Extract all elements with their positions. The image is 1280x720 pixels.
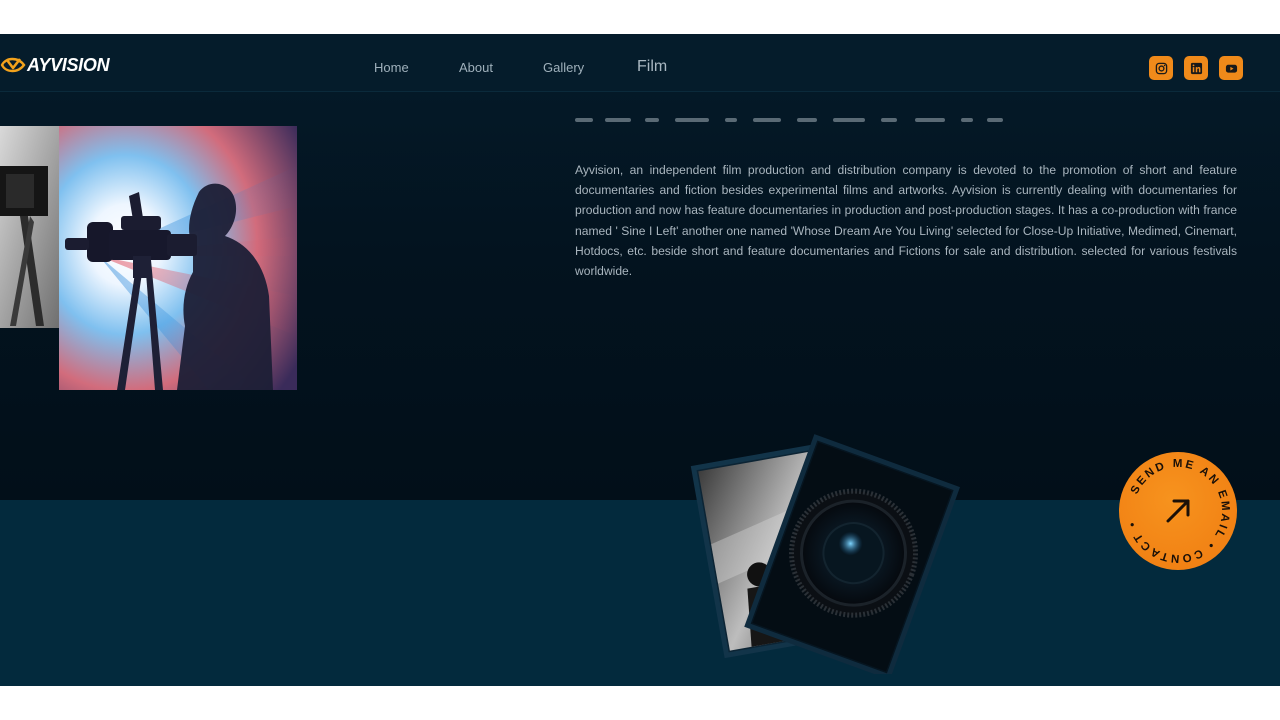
nav-about[interactable]: About [459, 60, 493, 75]
linkedin-icon [1190, 62, 1202, 74]
instagram-button[interactable] [1149, 56, 1173, 80]
social-links [1149, 56, 1243, 80]
photo-stack [690, 434, 961, 680]
contact-email-button[interactable]: SEND ME AN EMAIL • CONTACT • [1118, 451, 1238, 571]
page-stage: AYVISION Home About Gallery Film Ayvisio… [0, 34, 1280, 686]
nav-film[interactable]: Film [637, 58, 667, 76]
lower-band [0, 500, 1280, 686]
youtube-button[interactable] [1219, 56, 1243, 80]
ayvision-logo-icon [0, 57, 26, 73]
linkedin-button[interactable] [1184, 56, 1208, 80]
about-description: Ayvision, an independent film production… [575, 163, 1237, 279]
logo[interactable]: AYVISION [0, 54, 110, 76]
nav-gallery[interactable]: Gallery [543, 60, 584, 75]
instagram-icon [1155, 62, 1167, 74]
cut-off-heading [575, 118, 1003, 122]
logo-text: AYVISION [27, 54, 110, 75]
nav-home[interactable]: Home [374, 60, 409, 75]
youtube-icon [1225, 64, 1237, 73]
navbar: AYVISION Home About Gallery Film [0, 34, 1280, 92]
camera-photo-grayscale [0, 126, 62, 328]
cameraman-photo [59, 126, 297, 390]
